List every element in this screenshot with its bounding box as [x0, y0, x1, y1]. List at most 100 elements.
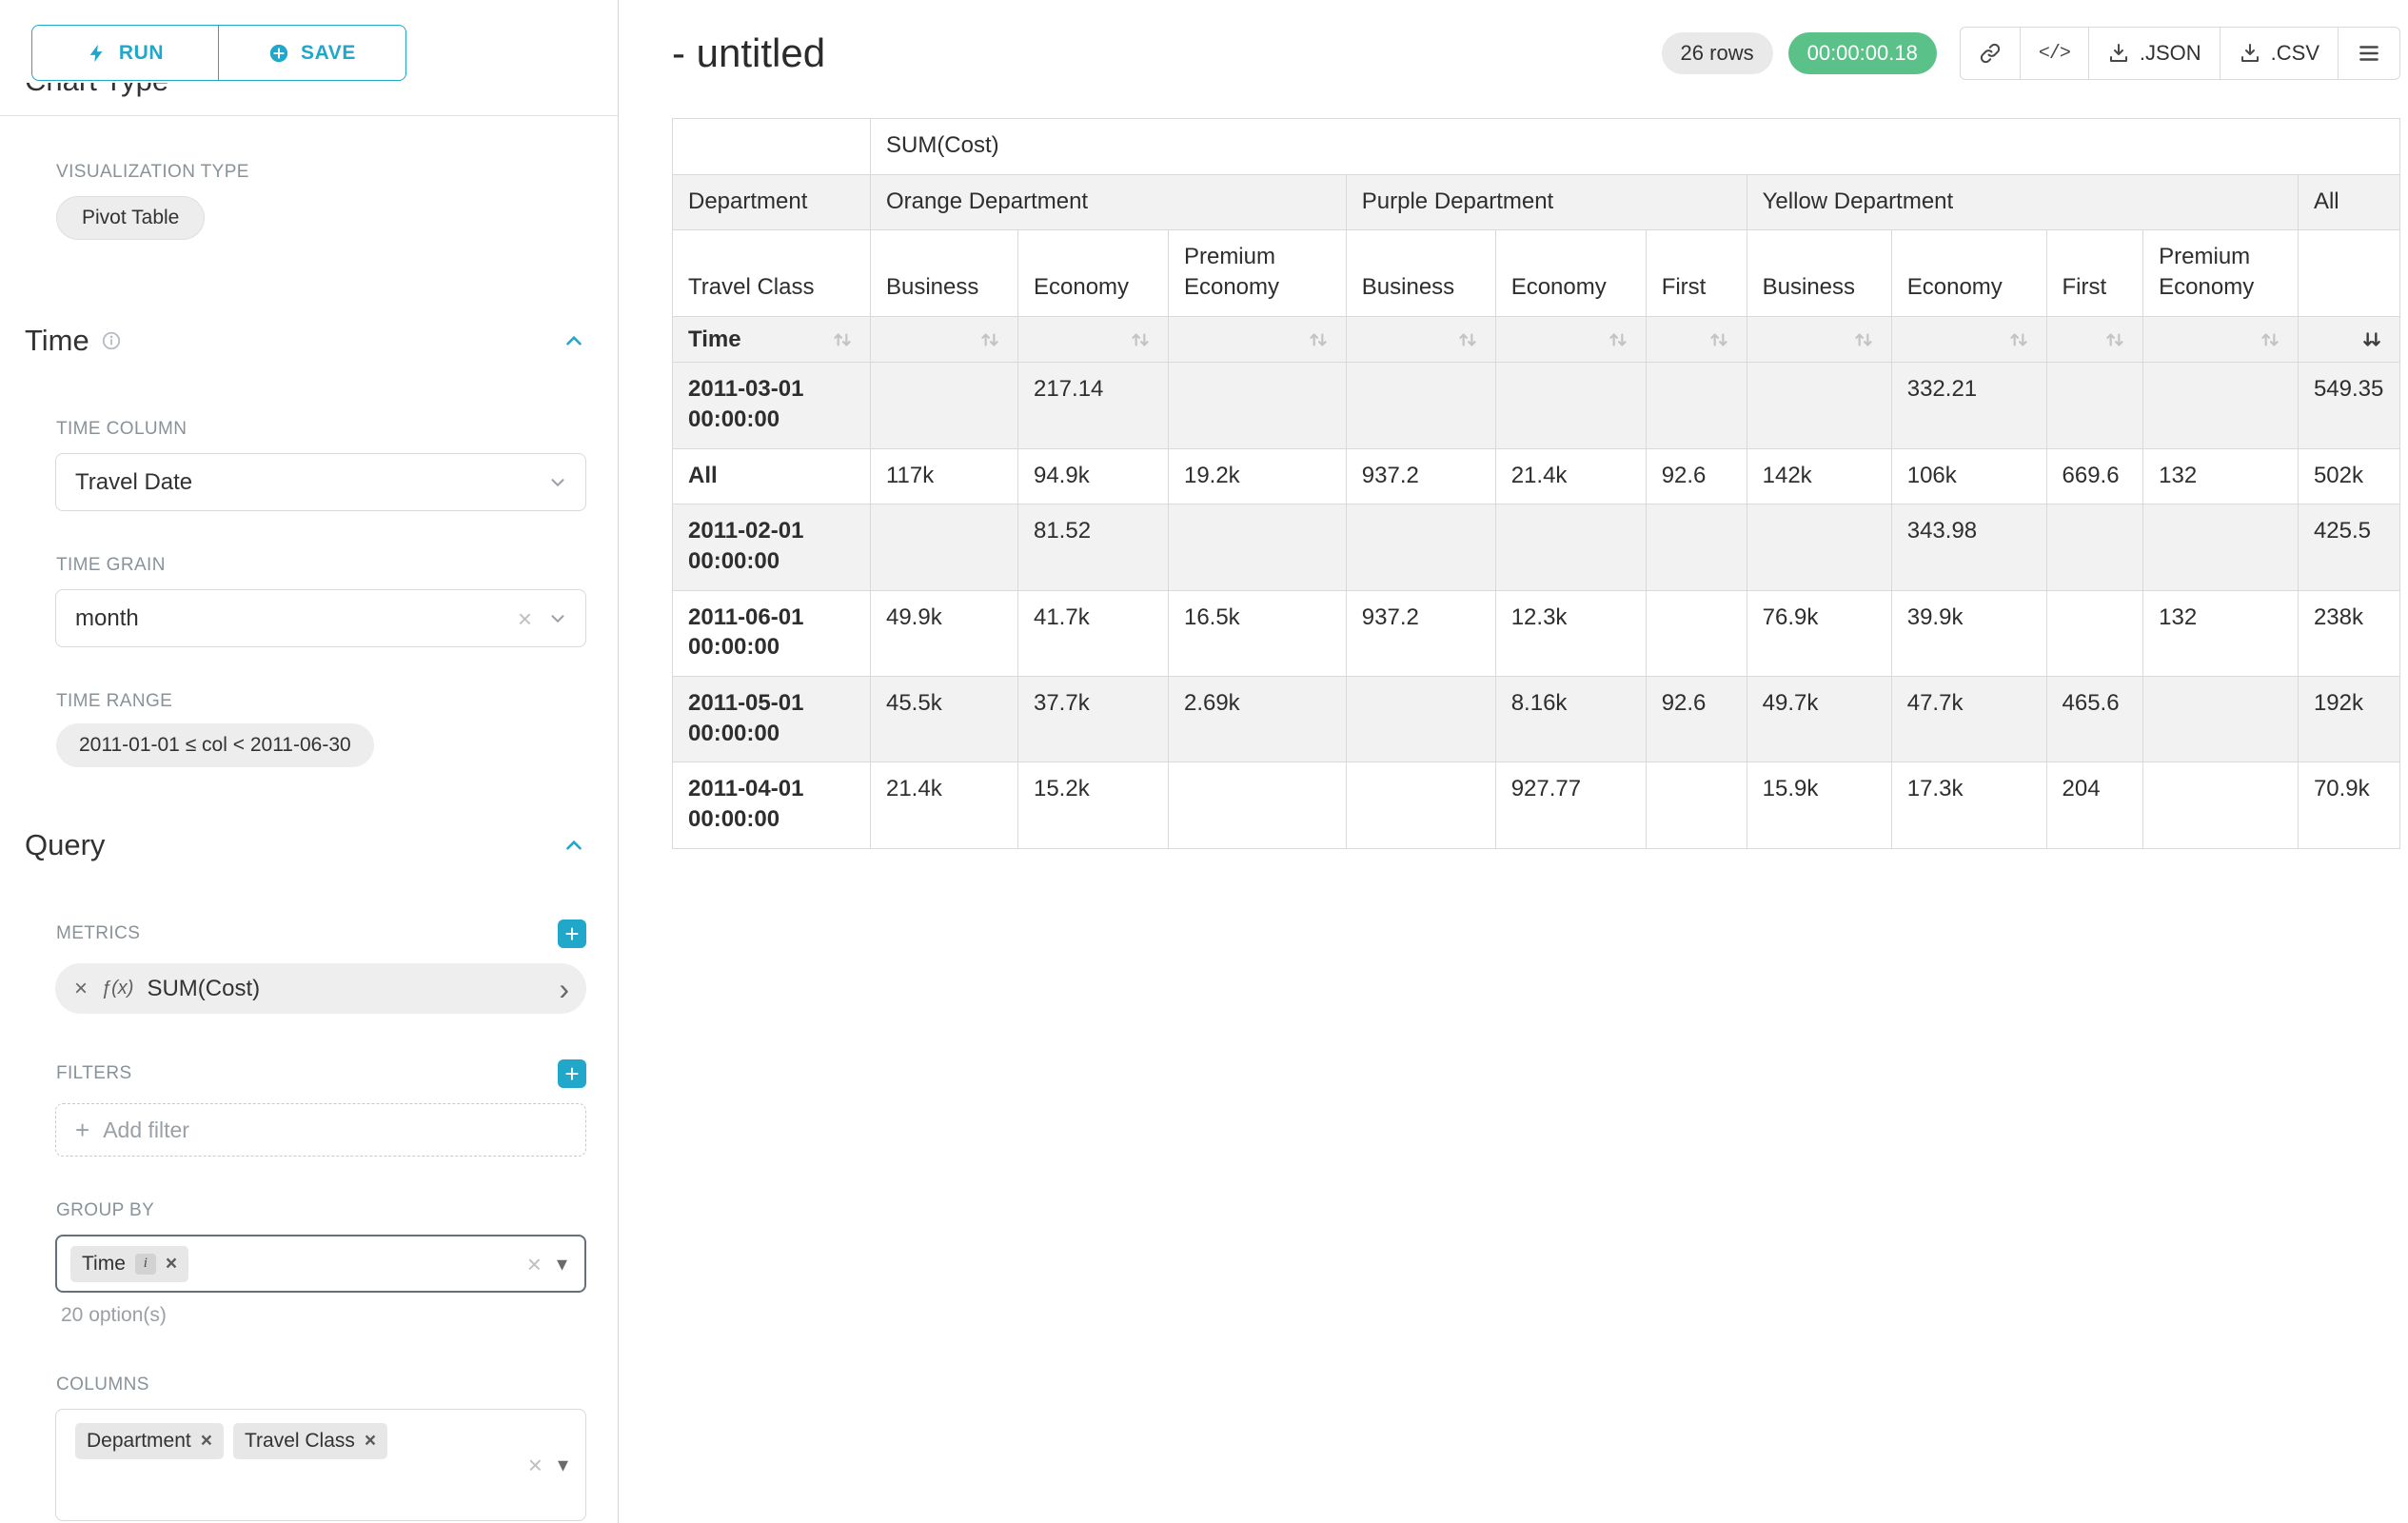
pivot-cell — [870, 504, 1017, 590]
clear-icon[interactable]: × — [527, 1252, 542, 1276]
pivot-cell — [1747, 504, 1891, 590]
pivot-cell: 142k — [1747, 448, 1891, 504]
pivot-row-label: All — [673, 448, 871, 504]
time-range-pill[interactable]: 2011-01-01 ≤ col < 2011-06-30 — [56, 723, 374, 767]
add-metric-button[interactable]: + — [558, 920, 586, 948]
caret-down-icon[interactable]: ▾ — [557, 1254, 567, 1275]
caret-down-icon[interactable]: ▾ — [558, 1454, 568, 1475]
pivot-cell: 132 — [2143, 448, 2299, 504]
pivot-cell: 49.9k — [870, 590, 1017, 676]
row-count-badge: 26 rows — [1662, 32, 1773, 74]
run-button[interactable]: RUN — [31, 25, 219, 81]
pivot-cell: 70.9k — [2298, 762, 2399, 848]
section-divider — [0, 115, 618, 116]
selected-option-tag[interactable]: Travel Class× — [233, 1423, 387, 1459]
sort-icon[interactable] — [2006, 327, 2031, 352]
pivot-cell — [1346, 504, 1495, 590]
sort-icon[interactable] — [1707, 327, 1731, 352]
sort-icon[interactable] — [1455, 327, 1480, 352]
pivot-cell: 927.77 — [1495, 762, 1646, 848]
pivot-sort-cell — [2143, 316, 2299, 363]
remove-metric-icon[interactable]: × — [74, 976, 88, 1002]
pivot-cell: 16.5k — [1168, 590, 1346, 676]
columns-select[interactable]: Department×Travel Class× × ▾ — [55, 1409, 586, 1521]
selected-option-tag[interactable]: Timei× — [70, 1246, 188, 1282]
pivot-cell: 17.3k — [1891, 762, 2046, 848]
chevron-down-icon[interactable] — [547, 472, 568, 493]
sort-icon[interactable] — [2258, 327, 2282, 352]
time-grain-value: month — [75, 605, 139, 632]
pivot-col-header: First — [2046, 230, 2143, 316]
fx-icon: ƒ(x) — [101, 978, 133, 999]
export-csv-button[interactable]: .CSV — [2220, 27, 2339, 80]
pivot-data-row: 2011-02-01 00:00:0081.52343.98425.5 — [673, 504, 2400, 590]
time-section-heading: Time — [25, 324, 586, 358]
pivot-cell — [2143, 677, 2299, 762]
query-section-heading: Query — [25, 828, 586, 862]
remove-tag-icon[interactable]: × — [201, 1430, 212, 1453]
pivot-data-row: All117k94.9k19.2k937.221.4k92.6142k106k6… — [673, 448, 2400, 504]
pivot-row-label: 2011-06-01 00:00:00 — [673, 590, 871, 676]
pivot-cell: 15.9k — [1747, 762, 1891, 848]
selected-option-tag[interactable]: Department× — [75, 1423, 224, 1459]
pivot-sort-cell — [1017, 316, 1168, 363]
sort-icon[interactable] — [1306, 327, 1331, 352]
sort-icon[interactable] — [2102, 327, 2127, 352]
pivot-cell — [1646, 363, 1747, 448]
metric-item[interactable]: × ƒ(x) SUM(Cost) › — [55, 963, 586, 1014]
query-timer-badge: 00:00:00.18 — [1788, 32, 1937, 74]
time-grain-select[interactable]: month × — [55, 589, 586, 647]
viz-type-pill[interactable]: Pivot Table — [56, 196, 205, 240]
share-link-button[interactable] — [1960, 27, 2021, 80]
pivot-cell — [1495, 504, 1646, 590]
pivot-cell: 21.4k — [870, 762, 1017, 848]
sort-icon[interactable] — [1851, 327, 1876, 352]
pivot-cell — [2143, 363, 2299, 448]
time-column-select[interactable]: Travel Date — [55, 453, 586, 511]
pivot-cell: 238k — [2298, 590, 2399, 676]
pivot-col-header: Premium Economy — [1168, 230, 1346, 316]
pivot-sort-cell — [1747, 316, 1891, 363]
view-query-button[interactable]: </> — [2020, 27, 2089, 80]
pivot-cell: 92.6 — [1646, 677, 1747, 762]
viz-type-label: VISUALIZATION TYPE — [56, 162, 618, 183]
pivot-cell — [1346, 363, 1495, 448]
pivot-cell: 37.7k — [1017, 677, 1168, 762]
pivot-cell — [1168, 762, 1346, 848]
pivot-sort-cell — [1168, 316, 1346, 363]
sort-icon[interactable] — [830, 327, 855, 352]
clear-icon[interactable]: × — [518, 606, 532, 631]
remove-tag-icon[interactable]: × — [166, 1253, 177, 1276]
chevron-right-icon[interactable]: › — [559, 974, 569, 1004]
time-heading-text: Time — [25, 324, 89, 358]
sort-descending-active-icon[interactable] — [2359, 327, 2384, 352]
pivot-cell — [1747, 363, 1891, 448]
pivot-cell: 47.7k — [1891, 677, 2046, 762]
run-label: RUN — [119, 42, 164, 65]
add-filter-plus-button[interactable]: + — [558, 1059, 586, 1088]
pivot-row-label: 2011-05-01 00:00:00 — [673, 677, 871, 762]
group-by-select[interactable]: Timei× × ▾ — [55, 1235, 586, 1293]
sort-icon[interactable] — [1128, 327, 1153, 352]
clear-icon[interactable]: × — [528, 1453, 543, 1477]
sort-icon[interactable] — [1606, 327, 1630, 352]
pivot-cell: 12.3k — [1495, 590, 1646, 676]
pivot-department-header: Department — [673, 174, 871, 230]
pivot-group-header: Orange Department — [870, 174, 1346, 230]
pivot-cell: 39.9k — [1891, 590, 2046, 676]
collapse-chevron-icon[interactable] — [562, 833, 586, 858]
pivot-sort-cell-active — [2298, 316, 2399, 363]
pivot-col-header: Premium Economy — [2143, 230, 2299, 316]
remove-tag-icon[interactable]: × — [365, 1430, 376, 1453]
pivot-cell: 19.2k — [1168, 448, 1346, 504]
pivot-col-header: Business — [1747, 230, 1891, 316]
group-by-label: GROUP BY — [56, 1200, 618, 1221]
sort-icon[interactable] — [977, 327, 1002, 352]
collapse-chevron-icon[interactable] — [562, 328, 586, 353]
add-filter-button[interactable]: + Add filter — [55, 1103, 586, 1157]
chevron-down-icon[interactable] — [547, 608, 568, 629]
more-options-button[interactable] — [2338, 27, 2400, 80]
plus-circle-icon — [268, 43, 289, 64]
export-json-button[interactable]: .JSON — [2088, 27, 2220, 80]
save-button[interactable]: SAVE — [219, 25, 406, 81]
